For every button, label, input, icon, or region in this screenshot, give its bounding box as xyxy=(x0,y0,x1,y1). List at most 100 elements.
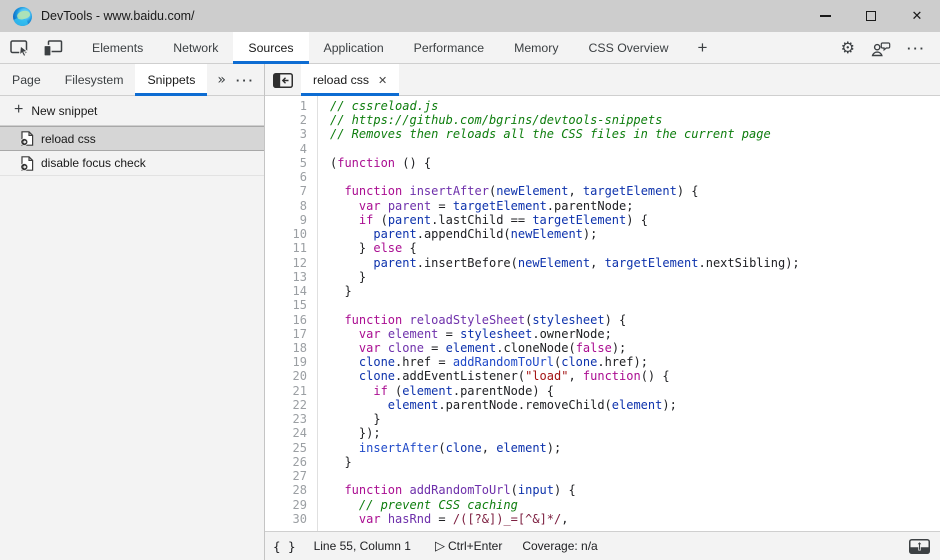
inspect-element-icon[interactable] xyxy=(10,39,31,57)
navigator-tabs: PageFilesystemSnippets xyxy=(0,64,207,96)
more-options-icon[interactable]: ··· xyxy=(907,41,926,56)
maximize-button[interactable] xyxy=(848,0,894,32)
line-number: 2 xyxy=(265,113,307,127)
new-snippet-label: New snippet xyxy=(31,104,97,118)
code-line: var clone = element.cloneNode(false); xyxy=(330,341,940,355)
devtools-toolbar: ElementsNetworkSourcesApplicationPerform… xyxy=(0,32,940,64)
line-number: 14 xyxy=(265,284,307,298)
line-number: 28 xyxy=(265,483,307,497)
tab-css-overview[interactable]: CSS Overview xyxy=(574,32,684,64)
code-line: if (parent.lastChild == targetElement) { xyxy=(330,213,940,227)
code-line: } xyxy=(330,270,940,284)
new-snippet-button[interactable]: + New snippet xyxy=(0,96,264,126)
code-line: // https://github.com/bgrins/devtools-sn… xyxy=(330,113,940,127)
code-line: (function () { xyxy=(330,156,940,170)
code-editor[interactable]: 1234567891011121314151617181920212223242… xyxy=(265,96,940,531)
snippet-item-label: reload css xyxy=(41,132,96,146)
code-line: var hasRnd = /([?&])_=[^&]*/, xyxy=(330,512,940,526)
editor-statusbar: { } Line 55, Column 1 ▷ Ctrl+Enter Cover… xyxy=(265,531,940,560)
line-number: 10 xyxy=(265,227,307,241)
line-number: 12 xyxy=(265,256,307,270)
snippet-file-icon xyxy=(20,131,34,146)
tab-performance[interactable]: Performance xyxy=(399,32,499,64)
toggle-navigator-icon[interactable] xyxy=(265,64,301,96)
toolbar-left-icons xyxy=(0,32,63,64)
code-line: function addRandomToUrl(input) { xyxy=(330,483,940,497)
line-number: 23 xyxy=(265,412,307,426)
gutter: 1234567891011121314151617181920212223242… xyxy=(265,96,318,531)
snippet-list: reload css disable focus check xyxy=(0,126,264,176)
line-number: 29 xyxy=(265,498,307,512)
line-number: 24 xyxy=(265,426,307,440)
tab-overflow-chevron-icon[interactable]: » xyxy=(207,64,236,96)
line-number: 19 xyxy=(265,355,307,369)
devtools-content: PageFilesystemSnippets » ··· + New snipp… xyxy=(0,64,940,560)
play-icon: ▷ xyxy=(435,539,445,554)
editor-pane: reload css ✕ 123456789101112131415161718… xyxy=(265,64,940,560)
tab-sources[interactable]: Sources xyxy=(233,32,308,64)
more-tabs-button[interactable]: + xyxy=(683,32,721,64)
code-line: } xyxy=(330,284,940,298)
cursor-position-label: Line 55, Column 1 xyxy=(314,539,411,553)
code-line: clone.addEventListener("load", function(… xyxy=(330,369,940,383)
minimize-button[interactable] xyxy=(802,0,848,32)
snippet-item-reload-css[interactable]: reload css xyxy=(0,126,264,151)
line-number: 21 xyxy=(265,384,307,398)
editor-tab-reload-css[interactable]: reload css ✕ xyxy=(301,64,399,96)
line-number: 9 xyxy=(265,213,307,227)
settings-gear-icon[interactable]: ⚙ xyxy=(841,40,855,56)
line-number: 17 xyxy=(265,327,307,341)
snippet-file-icon xyxy=(20,156,34,171)
window-titlebar: DevTools - www.baidu.com/ ✕ xyxy=(0,0,940,32)
line-number: 1 xyxy=(265,99,307,113)
code-line: // Removes then reloads all the CSS file… xyxy=(330,127,940,141)
code-line xyxy=(330,142,940,156)
sources-navigator-sidebar: PageFilesystemSnippets » ··· + New snipp… xyxy=(0,64,265,560)
tab-application[interactable]: Application xyxy=(309,32,399,64)
close-tab-icon[interactable]: ✕ xyxy=(378,74,387,87)
window-title: DevTools - www.baidu.com/ xyxy=(41,9,195,23)
line-number: 22 xyxy=(265,398,307,412)
navigator-tabstrip: PageFilesystemSnippets » ··· xyxy=(0,64,264,96)
close-button[interactable]: ✕ xyxy=(894,0,940,32)
run-snippet-control[interactable]: ▷ Ctrl+Enter xyxy=(435,539,502,554)
navigator-tab-page[interactable]: Page xyxy=(0,64,53,96)
feedback-icon[interactable] xyxy=(871,40,891,57)
tab-network[interactable]: Network xyxy=(158,32,233,64)
devtools-window: DevTools - www.baidu.com/ ✕ ElementsNe xyxy=(0,0,940,560)
tab-elements[interactable]: Elements xyxy=(77,32,158,64)
code-line: element.parentNode.removeChild(element); xyxy=(330,398,940,412)
editor-tabstrip: reload css ✕ xyxy=(265,64,940,96)
navigator-tab-filesystem[interactable]: Filesystem xyxy=(53,64,136,96)
line-number: 25 xyxy=(265,441,307,455)
line-number: 6 xyxy=(265,170,307,184)
line-number: 18 xyxy=(265,341,307,355)
navigator-tab-snippets[interactable]: Snippets xyxy=(135,64,207,96)
line-number: 20 xyxy=(265,369,307,383)
minimize-icon xyxy=(820,15,831,16)
line-number: 27 xyxy=(265,469,307,483)
line-number: 4 xyxy=(265,142,307,156)
device-toolbar-icon[interactable] xyxy=(43,40,63,57)
code-line: parent.appendChild(newElement); xyxy=(330,227,940,241)
toggle-console-drawer-icon[interactable] xyxy=(909,539,930,554)
snippet-item-label: disable focus check xyxy=(41,156,146,170)
code-line xyxy=(330,298,940,312)
code-line: if (element.parentNode) { xyxy=(330,384,940,398)
devtools-tabbar-tabs: ElementsNetworkSourcesApplicationPerform… xyxy=(77,32,683,64)
line-number: 16 xyxy=(265,313,307,327)
pretty-print-icon[interactable]: { } xyxy=(273,539,296,554)
code-line: } xyxy=(330,412,940,426)
line-number: 26 xyxy=(265,455,307,469)
maximize-icon xyxy=(866,11,876,21)
code-line: // cssreload.js xyxy=(330,99,940,113)
run-shortcut-label: Ctrl+Enter xyxy=(448,539,502,553)
line-number: 5 xyxy=(265,156,307,170)
tab-memory[interactable]: Memory xyxy=(499,32,573,64)
code-line xyxy=(330,170,940,184)
editor-tab-label: reload css xyxy=(313,73,369,87)
code-line: function insertAfter(newElement, targetE… xyxy=(330,184,940,198)
toolbar-right-icons: ⚙ ··· xyxy=(841,32,940,64)
snippet-item-disable-focus-check[interactable]: disable focus check xyxy=(0,151,264,176)
code-line: } else { xyxy=(330,241,940,255)
